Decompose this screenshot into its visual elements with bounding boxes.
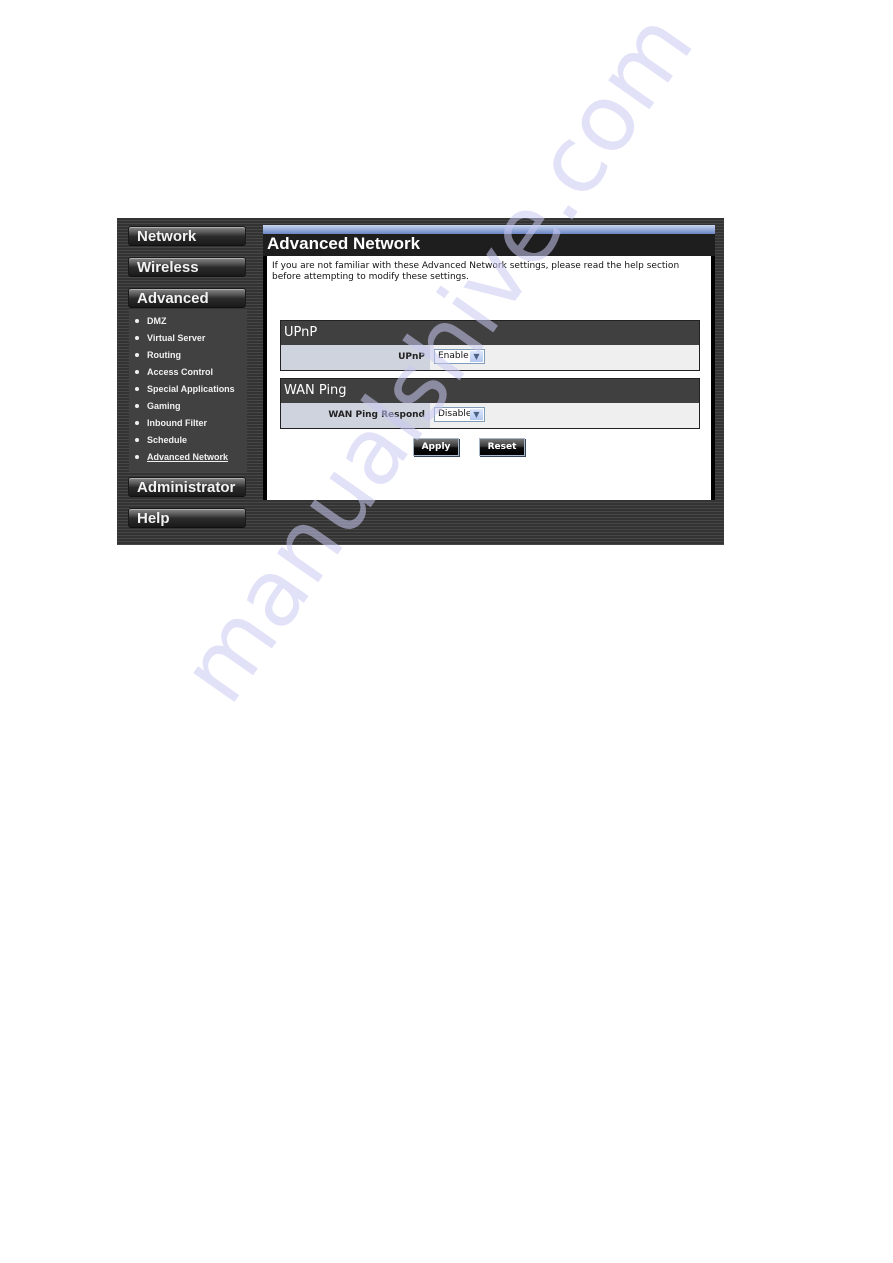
bullet-icon (135, 386, 139, 391)
bullet-icon (135, 369, 139, 374)
page-title: Advanced Network (263, 234, 715, 256)
bullet-icon (135, 318, 139, 323)
submenu-item-advanced-network[interactable]: Advanced Network (135, 450, 228, 464)
submenu-item-label: Special Applications (147, 384, 235, 394)
submenu-item-label: Inbound Filter (147, 418, 207, 428)
router-admin-screenshot: Network Wireless Advanced DMZ Virtual Se… (117, 218, 724, 545)
wan-ping-respond-select[interactable]: Disable ▼ (434, 407, 485, 422)
submenu-item-label: Schedule (147, 435, 188, 445)
upnp-select[interactable]: Enable ▼ (434, 349, 485, 364)
nav-help-button[interactable]: Help (128, 508, 246, 527)
reset-button[interactable]: Reset (479, 438, 525, 456)
submenu-item-routing[interactable]: Routing (135, 348, 181, 362)
wan-ping-section: WAN Ping WAN Ping Respond Disable ▼ (280, 378, 700, 429)
submenu-item-gaming[interactable]: Gaming (135, 399, 181, 413)
upnp-label: UPnP (281, 345, 430, 370)
submenu-item-special-applications[interactable]: Special Applications (135, 382, 235, 396)
nav-advanced-button[interactable]: Advanced (128, 288, 246, 307)
chevron-down-icon[interactable]: ▼ (470, 351, 483, 362)
bullet-icon (135, 420, 139, 425)
upnp-section: UPnP UPnP Enable ▼ (280, 320, 700, 371)
submenu-item-access-control[interactable]: Access Control (135, 365, 213, 379)
submenu-item-label: Advanced Network (147, 452, 229, 462)
nav-administrator-button[interactable]: Administrator (128, 477, 246, 496)
submenu-item-label: Routing (147, 350, 181, 360)
content-panel: Advanced Network If you are not familiar… (263, 225, 715, 500)
upnp-row: UPnP Enable ▼ (281, 345, 699, 370)
bullet-icon (135, 352, 139, 357)
section-heading: WAN Ping (281, 379, 699, 403)
submenu-item-schedule[interactable]: Schedule (135, 433, 187, 447)
submenu-item-dmz[interactable]: DMZ (135, 314, 167, 328)
apply-button[interactable]: Apply (413, 438, 459, 456)
submenu-item-virtual-server[interactable]: Virtual Server (135, 331, 205, 345)
bullet-icon (135, 335, 139, 340)
bullet-icon (135, 437, 139, 442)
advanced-submenu: DMZ Virtual Server Routing Access Contro… (129, 309, 247, 472)
select-value: Disable (438, 409, 472, 419)
chevron-down-icon[interactable]: ▼ (470, 409, 483, 420)
nav-wireless-button[interactable]: Wireless (128, 257, 246, 276)
wan-ping-respond-label: WAN Ping Respond (281, 403, 430, 428)
bullet-icon (135, 403, 139, 408)
content-top-bar (263, 225, 715, 234)
bullet-icon (135, 454, 139, 459)
submenu-item-label: DMZ (147, 316, 167, 326)
submenu-item-inbound-filter[interactable]: Inbound Filter (135, 416, 207, 430)
nav-network-button[interactable]: Network (128, 226, 246, 245)
submenu-item-label: Access Control (147, 367, 214, 377)
submenu-item-label: Virtual Server (147, 333, 206, 343)
wan-ping-row: WAN Ping Respond Disable ▼ (281, 403, 699, 428)
content-body: If you are not familiar with these Advan… (267, 256, 711, 500)
section-heading: UPnP (281, 321, 699, 345)
select-value: Enable (438, 351, 469, 361)
submenu-item-label: Gaming (147, 401, 181, 411)
intro-text: If you are not familiar with these Advan… (272, 261, 680, 282)
